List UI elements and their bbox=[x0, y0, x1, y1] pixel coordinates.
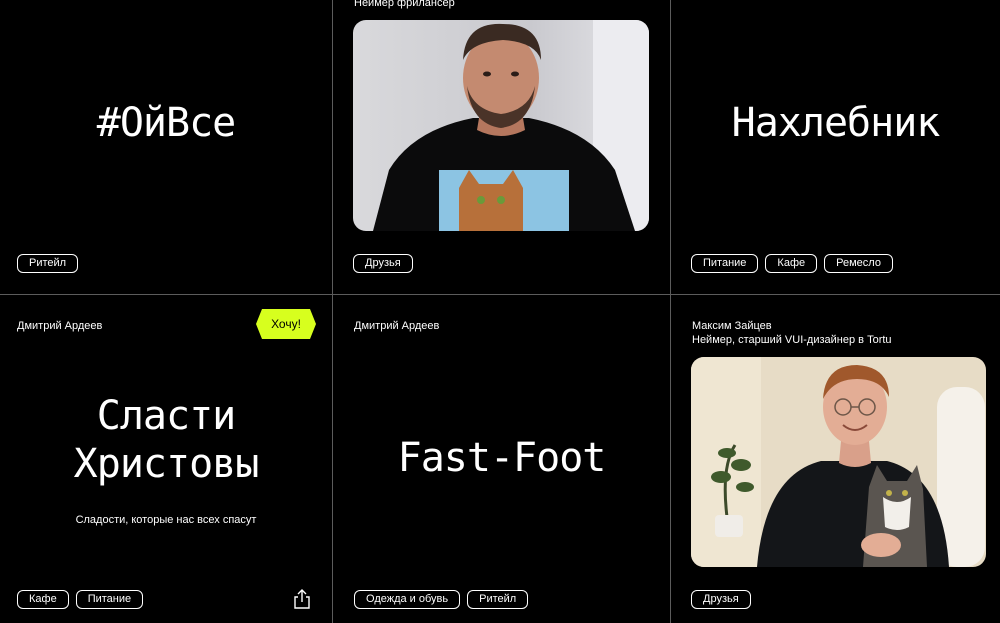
tag-list: Друзья bbox=[691, 590, 751, 609]
card-nakhlebnik[interactable]: Нахлебник Питание Кафе Ремесло bbox=[671, 0, 1000, 294]
card-title: Нахлебник bbox=[731, 100, 941, 146]
card-oyvse[interactable]: #ОйВсе Ритейл bbox=[0, 0, 332, 294]
tag-list: Друзья bbox=[353, 254, 413, 273]
tag-list: Кафе Питание bbox=[17, 590, 144, 609]
card-maksim-zaytsev[interactable]: Максим Зайцев Неймер, старший VUI-дизайн… bbox=[671, 295, 1000, 623]
author-name: Дмитрий Ардеев bbox=[17, 320, 103, 332]
author-photo-illustration bbox=[353, 20, 649, 231]
author-name: Дмитрий Ардеев bbox=[354, 320, 440, 332]
card-slasti-khristovy[interactable]: Дмитрий Ардеев Хочу! Сласти Христовы Сла… bbox=[0, 295, 332, 623]
tag-riteil[interactable]: Ритейл bbox=[17, 254, 79, 273]
card-fast-foot[interactable]: Дмитрий Ардеев Fast-Foot Одежда и обувь … bbox=[333, 295, 670, 623]
tag-kafe[interactable]: Кафе bbox=[765, 254, 818, 273]
author-role: Неймер фрилансер bbox=[354, 0, 455, 9]
tag-list: Одежда и обувь Ритейл bbox=[354, 590, 529, 609]
share-icon-graphic bbox=[294, 589, 310, 609]
tag-pitanie[interactable]: Питание bbox=[691, 254, 759, 273]
tag-odezhda-i-obuv[interactable]: Одежда и обувь bbox=[354, 590, 461, 609]
tag-kafe[interactable]: Кафе bbox=[17, 590, 69, 609]
want-button-label: Хочу! bbox=[271, 317, 301, 331]
author-role: Неймер, старший VUI-дизайнер в Tortu bbox=[692, 334, 892, 346]
author-photo bbox=[353, 20, 649, 231]
grid-divider-vertical bbox=[332, 0, 333, 623]
tag-druzya[interactable]: Друзья bbox=[353, 254, 413, 273]
card-subtitle: Сладости, которые нас всех спасут bbox=[75, 514, 257, 526]
card-title: #ОйВсе bbox=[96, 100, 237, 146]
tag-pitanie[interactable]: Питание bbox=[75, 590, 144, 609]
card-title-line1: Сласти bbox=[96, 393, 237, 439]
author-photo bbox=[691, 357, 986, 567]
share-icon[interactable] bbox=[292, 589, 312, 609]
tag-druzya[interactable]: Друзья bbox=[691, 590, 751, 609]
tag-riteil[interactable]: Ритейл bbox=[467, 590, 529, 609]
card-neimer-freelancer[interactable]: Неймер фрилансер Друзья bbox=[333, 0, 670, 294]
want-button[interactable]: Хочу! bbox=[256, 309, 316, 339]
card-title: Fast-Foot bbox=[397, 435, 607, 481]
grid-divider-horizontal bbox=[0, 294, 1000, 295]
names-grid: #ОйВсе Ритейл Неймер фрилансер Друзья На… bbox=[0, 0, 1000, 623]
card-title-line2: Христовы bbox=[73, 441, 260, 487]
tag-list: Ритейл bbox=[17, 254, 79, 273]
author-name: Максим Зайцев bbox=[692, 320, 772, 332]
tag-list: Питание Кафе Ремесло bbox=[691, 254, 893, 273]
grid-divider-vertical bbox=[670, 0, 671, 623]
tag-remeslo[interactable]: Ремесло bbox=[824, 254, 893, 273]
author-photo-illustration bbox=[691, 357, 986, 567]
